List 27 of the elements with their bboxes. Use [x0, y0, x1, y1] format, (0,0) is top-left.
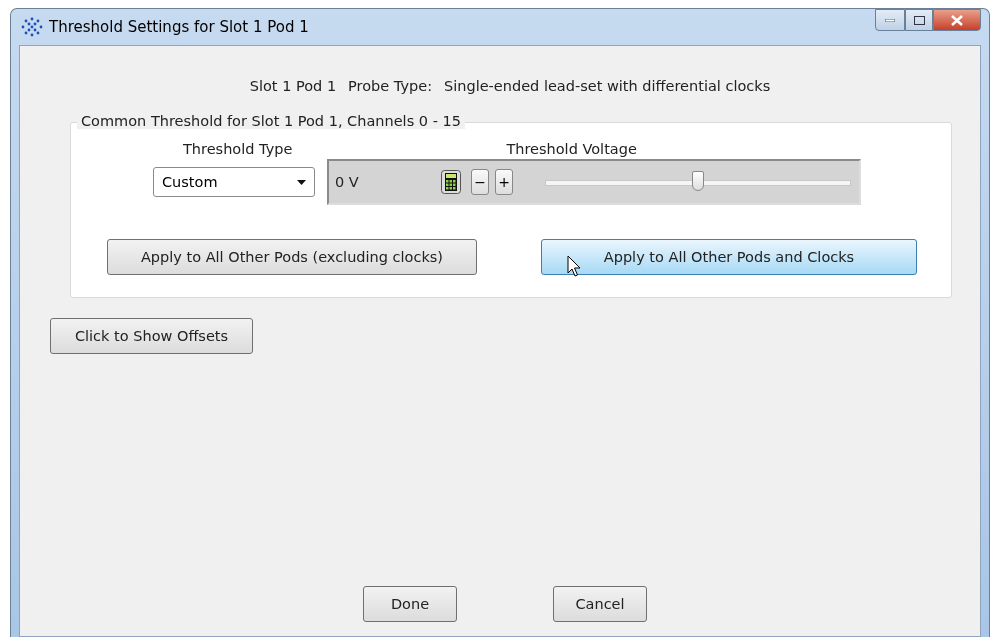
- maximize-button[interactable]: [905, 9, 933, 31]
- probe-type-label: Probe Type:: [348, 78, 433, 94]
- calculator-icon[interactable]: [441, 170, 461, 194]
- close-button[interactable]: [933, 9, 981, 31]
- caret-icon: [297, 179, 306, 185]
- done-button[interactable]: Done: [363, 586, 457, 622]
- close-icon: [951, 14, 963, 26]
- apply-button[interactable]: Apply to All Other Pods (excluding clocks): [107, 239, 477, 275]
- threshold-type-dropdown[interactable]: Custom: [153, 167, 315, 197]
- threshold-type-label: Threshold Type: [183, 141, 293, 157]
- slider-thumb[interactable]: [692, 171, 704, 191]
- maximize-icon: [913, 15, 925, 25]
- voltage-slider[interactable]: [545, 171, 851, 193]
- show-offsets-button[interactable]: Click to Show Offsets: [50, 318, 253, 354]
- dots-logo-icon: [21, 17, 43, 37]
- increment-button[interactable]: +: [495, 169, 513, 195]
- apply-button[interactable]: Apply to All Other Pods and Clocks: [541, 239, 917, 275]
- threshold-voltage-label: Threshold Voltage: [506, 141, 637, 157]
- slot-label: Slot 1 Pod 1: [249, 78, 337, 94]
- voltage-value: 0 V: [335, 174, 360, 190]
- window-title: Threshold Settings for Slot 1 Pod 1: [49, 18, 309, 36]
- mouse-cursor-icon: [567, 255, 581, 277]
- probe-type-value: Single-ended lead-set with differential clocks: [444, 78, 771, 94]
- group-title: Common Threshold for Slot 1 Pod 1, Channels 0 - 15: [77, 113, 465, 129]
- decrement-button[interactable]: −: [471, 169, 489, 195]
- cancel-button[interactable]: Cancel: [553, 586, 647, 622]
- minimize-icon: [885, 18, 895, 22]
